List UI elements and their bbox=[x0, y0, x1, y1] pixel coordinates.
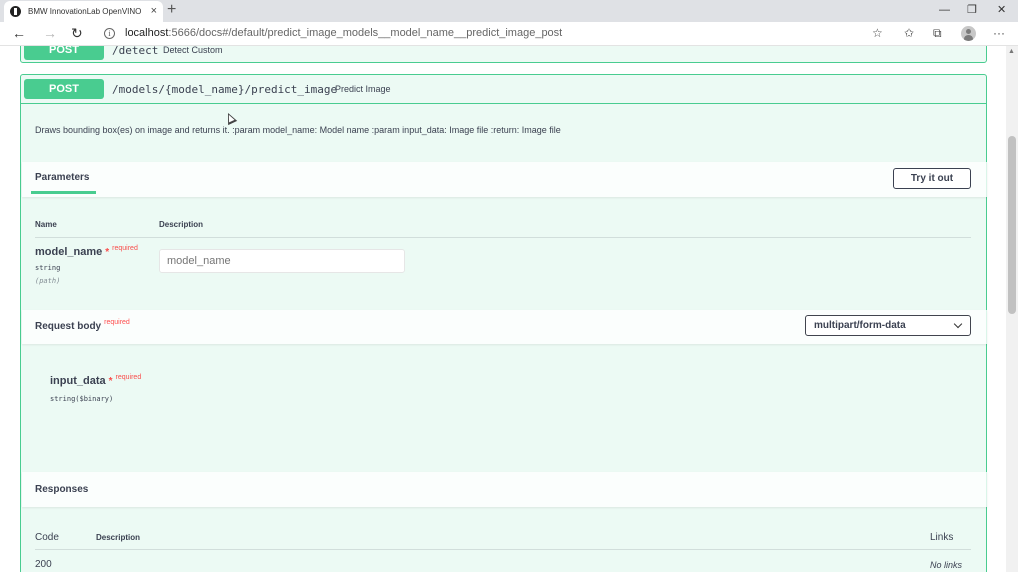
profile-avatar[interactable] bbox=[961, 26, 976, 41]
favorite-star-icon[interactable]: ☆ bbox=[872, 26, 883, 40]
tab-close-icon[interactable]: × bbox=[151, 6, 157, 17]
method-badge: POST bbox=[24, 79, 104, 99]
collections-icon[interactable]: ⧉ bbox=[933, 26, 942, 40]
browser-tab[interactable]: BMW InnovationLab OpenVINO × bbox=[4, 1, 163, 22]
endpoint-path: /models/{model_name}/predict_image bbox=[112, 83, 338, 96]
favicon-icon bbox=[10, 6, 21, 17]
close-window-button[interactable]: ✕ bbox=[997, 3, 1006, 17]
address-bar[interactable]: localhost:5666/docs#/default/predict_ima… bbox=[125, 27, 562, 39]
back-button[interactable]: ← bbox=[12, 25, 26, 41]
model-name-input[interactable] bbox=[159, 249, 405, 273]
required-label: required bbox=[115, 374, 142, 381]
param-location: (path) bbox=[35, 277, 61, 285]
active-tab-underline bbox=[31, 191, 96, 194]
response-code: 200 bbox=[35, 559, 52, 570]
tab-parameters[interactable]: Parameters bbox=[35, 172, 89, 183]
scroll-up-icon[interactable]: ▲ bbox=[1008, 48, 1015, 55]
col-name: Name bbox=[35, 220, 57, 229]
minimize-button[interactable]: — bbox=[939, 3, 950, 17]
endpoint-summary: Predict Image bbox=[335, 84, 391, 94]
parameters-section-header: Parameters Try it out bbox=[22, 162, 987, 197]
try-it-out-button[interactable]: Try it out bbox=[893, 168, 971, 189]
param-name: model_name * required bbox=[35, 245, 138, 258]
col-code: Code bbox=[35, 532, 59, 543]
chevron-down-icon bbox=[953, 319, 963, 329]
required-star: * bbox=[108, 376, 113, 387]
request-body-title: Request body required bbox=[35, 319, 130, 332]
endpoint-description: Draws bounding box(es) on image and retu… bbox=[35, 125, 561, 135]
content-type-select[interactable]: multipart/form-data bbox=[805, 315, 971, 336]
url-path: :5666/docs#/default/predict_image_models… bbox=[168, 27, 563, 39]
forward-button[interactable]: → bbox=[43, 25, 57, 41]
col-links: Links bbox=[930, 532, 954, 543]
restore-button[interactable]: ❐ bbox=[967, 3, 977, 17]
required-label: required bbox=[104, 319, 130, 326]
col-response-description: Description bbox=[96, 533, 141, 542]
param-type: string bbox=[35, 264, 61, 272]
divider bbox=[35, 549, 971, 550]
responses-section-header: Responses bbox=[22, 472, 987, 507]
url-host: localhost bbox=[125, 27, 169, 39]
required-label: required bbox=[112, 245, 138, 252]
content-type-value: multipart/form-data bbox=[814, 320, 906, 331]
browser-toolbar: ← → ↻ i localhost:5666/docs#/default/pre… bbox=[0, 22, 1018, 46]
browser-titlebar: BMW InnovationLab OpenVINO × + — ❐ ✕ bbox=[0, 0, 1018, 22]
site-info-icon[interactable]: i bbox=[104, 28, 115, 39]
endpoint-summary: Detect Custom bbox=[163, 46, 223, 55]
field-name: input_data * required bbox=[50, 374, 142, 387]
response-links: No links bbox=[930, 560, 963, 570]
col-description: Description bbox=[159, 220, 204, 229]
opblock-predict-image: POST /models/{model_name}/predict_image … bbox=[20, 74, 987, 572]
favorites-icon[interactable]: ✩ bbox=[904, 26, 914, 40]
endpoint-path: /detect bbox=[112, 46, 159, 57]
new-tab-button[interactable]: + bbox=[167, 2, 176, 18]
request-body-section-header: Request body required multipart/form-data bbox=[22, 310, 987, 344]
tab-title: BMW InnovationLab OpenVINO bbox=[28, 7, 142, 16]
responses-title: Responses bbox=[35, 484, 89, 495]
page-viewport: POST /detect Detect Custom POST /models/… bbox=[0, 46, 1006, 572]
divider bbox=[35, 237, 971, 238]
opblock-detect[interactable]: POST /detect Detect Custom bbox=[20, 46, 987, 63]
reload-button[interactable]: ↻ bbox=[71, 25, 83, 41]
field-type: string($binary) bbox=[50, 395, 114, 403]
page-scrollbar[interactable]: ▲ bbox=[1006, 46, 1018, 572]
settings-menu-icon[interactable]: ··· bbox=[993, 26, 1005, 40]
required-star: * bbox=[105, 247, 110, 258]
opblock-summary[interactable]: POST /models/{model_name}/predict_image … bbox=[21, 75, 986, 104]
method-badge: POST bbox=[24, 46, 104, 60]
scrollbar-thumb[interactable] bbox=[1008, 136, 1016, 314]
